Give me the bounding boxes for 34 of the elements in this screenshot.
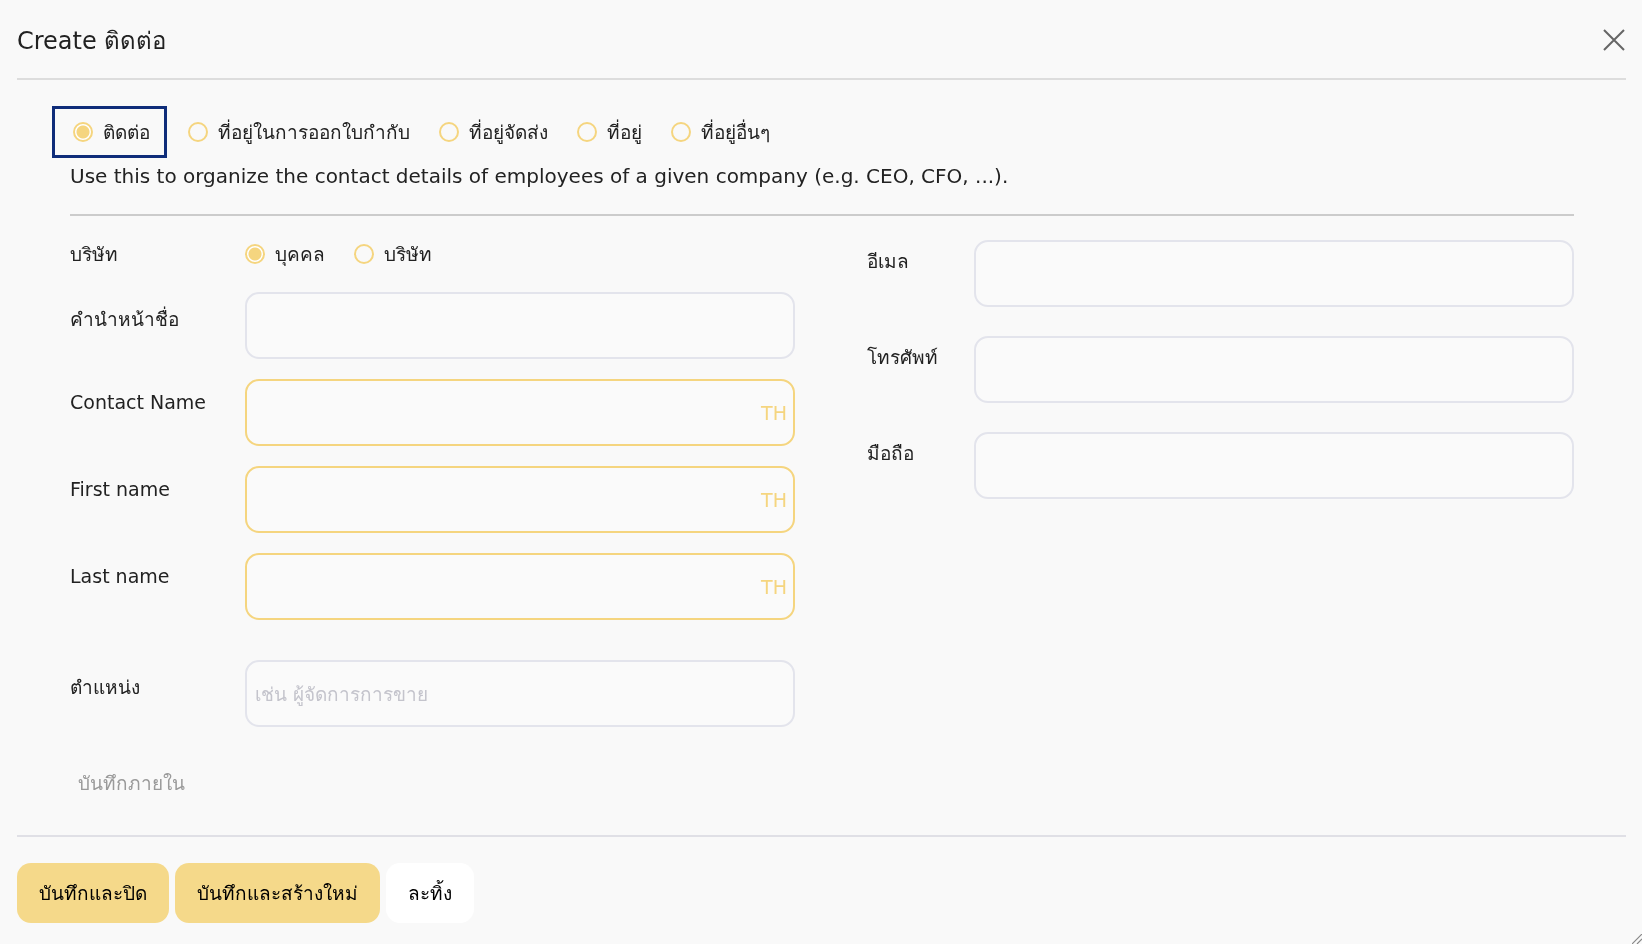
field-label: Last name [70,564,171,589]
input-field[interactable] [245,466,795,533]
radio-indicator[interactable] [73,122,93,142]
address-type-radio[interactable]: ที่อยู่อื่นๆ [650,106,778,158]
radio-indicator[interactable] [188,122,208,142]
radio-indicator[interactable] [577,122,597,142]
save-button[interactable]: บันทึกและสร้างใหม่ [175,863,380,923]
field-label: โทรศัพท์ [867,345,939,370]
company-type-radio[interactable]: บุคคล [224,234,333,274]
input-field[interactable] [245,553,795,620]
notes-field[interactable]: บันทึกภายใน [76,771,380,795]
input-field[interactable] [245,379,795,446]
discard-button[interactable]: ละทิ้ง [386,863,474,923]
dialog-title: Create ติดต่อ [17,25,167,57]
field-label: อีเมล [867,249,910,274]
radio-indicator[interactable] [439,122,459,142]
field-label: First name [70,477,171,502]
field-label: Contact Name [70,390,207,415]
description-text: Use this to organize the contact details of employees of a given company (e.g. CEO, CFO, ...). [70,164,1010,190]
field-label: มือถือ [867,441,915,466]
address-type-radio[interactable]: ติดต่อ [52,106,167,158]
company-type-radio[interactable]: บริษัท [333,234,440,274]
field-label: บริษัท [70,242,119,267]
resize-grip-icon[interactable] [1632,934,1642,944]
close-icon[interactable] [1602,28,1626,52]
radio-indicator[interactable] [354,244,374,264]
address-type-radio[interactable]: ที่อยู่จัดส่ง [418,106,556,158]
radio-indicator[interactable] [671,122,691,142]
field-label: ตำแหน่ง [70,675,141,700]
address-type-radio[interactable]: ที่อยู่ [556,106,650,158]
address-type-radio[interactable]: ที่อยู่ในการออกใบกำกับ [167,106,418,158]
field-label: คำนำหน้าชื่อ [70,305,180,332]
radio-indicator[interactable] [245,244,265,264]
save-button[interactable]: บันทึกและปิด [17,863,169,923]
